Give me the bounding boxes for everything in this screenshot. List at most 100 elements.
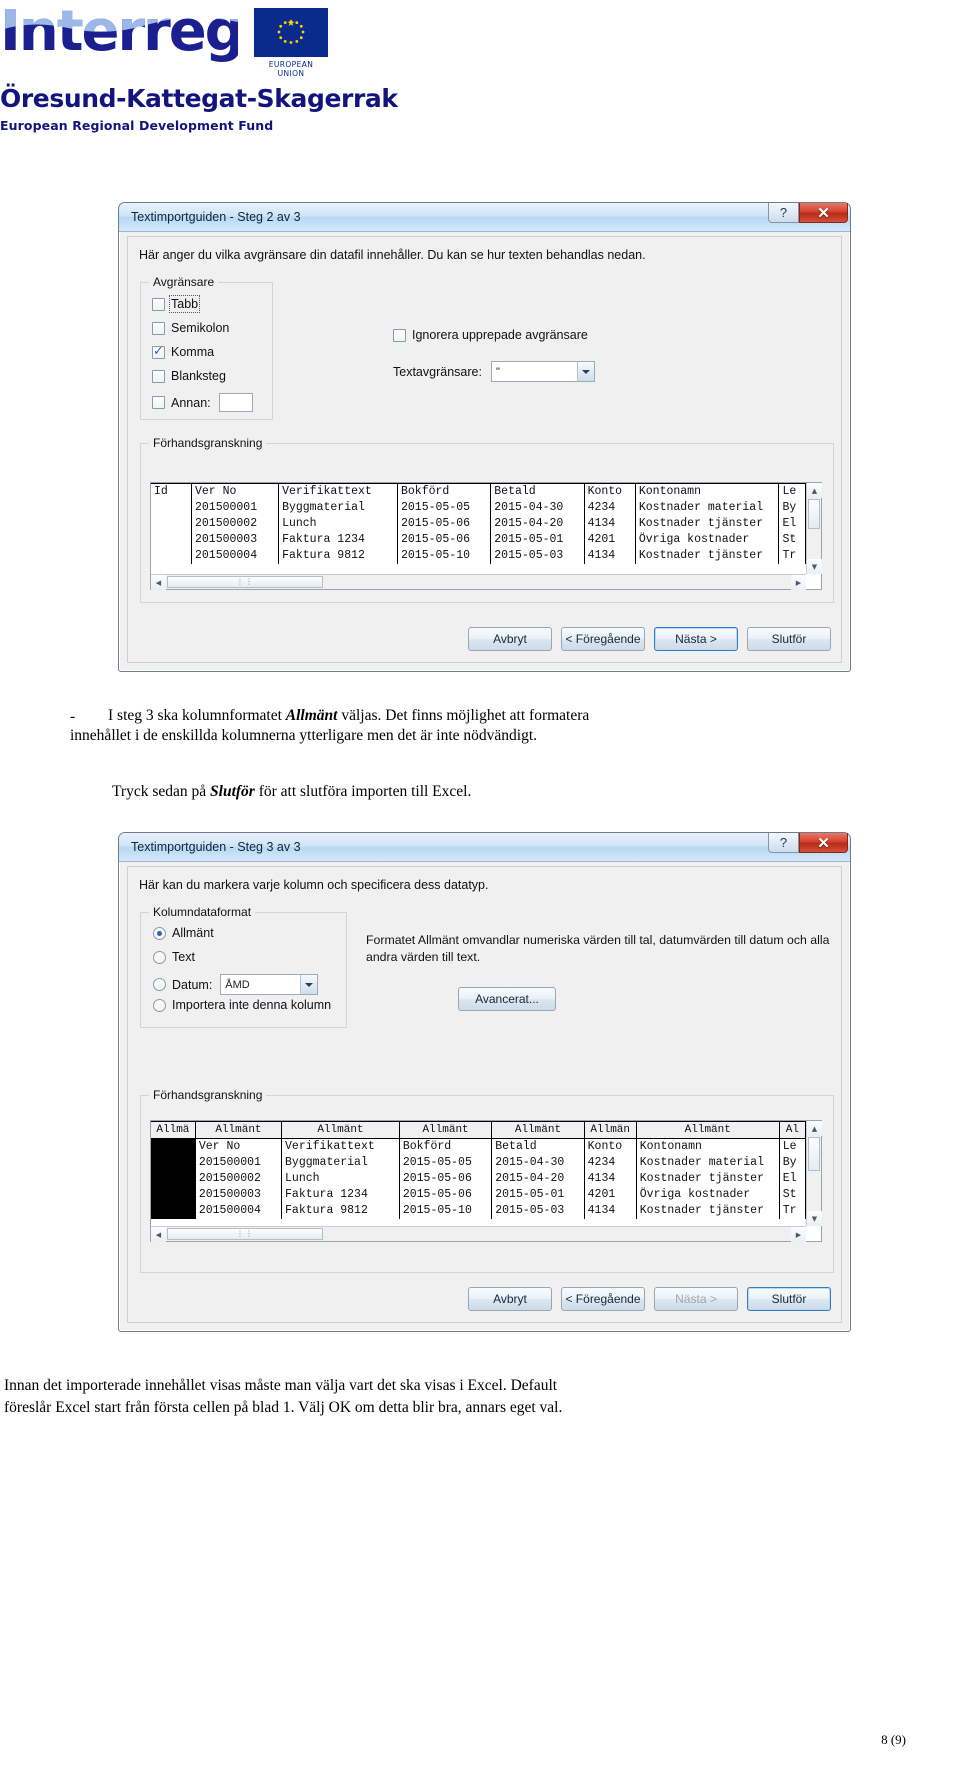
cell-r3c4: 2015-05-03	[490, 548, 585, 564]
cell-r1c6: Kostnader tjänster	[635, 516, 780, 532]
table-row: 201500003 Faktura 1234 2015-05-06 2015-0…	[151, 1187, 806, 1203]
chevron-down-icon[interactable]	[576, 362, 594, 381]
horizontal-scroll-thumb[interactable]: ⋮⋮	[167, 1228, 323, 1240]
other-delimiter-input[interactable]	[218, 393, 253, 412]
scroll-left-button[interactable]: ◀	[151, 1227, 166, 1242]
interreg-logo: Interreg Interreg EUROPEAN UNION Öresund…	[0, 0, 398, 133]
fmt-header-0[interactable]: Allmä	[151, 1121, 196, 1139]
radio-dot-text[interactable]	[153, 950, 166, 964]
vertical-scroll-thumb[interactable]	[808, 1137, 820, 1171]
checkbox-blanksteg[interactable]: Blanksteg	[152, 369, 226, 383]
cancel-button-step2[interactable]: Avbryt	[468, 627, 552, 651]
col-header-1: Ver No	[191, 483, 280, 500]
bullet-text-part3: Det finns möjlighet att formatera	[381, 707, 590, 724]
finish-button-step3[interactable]: Slutför	[747, 1287, 831, 1311]
fmt-header-7[interactable]: Al	[779, 1121, 806, 1139]
fmt-header-3[interactable]: Allmänt	[399, 1121, 493, 1139]
window-title-step2: Textimportguiden - Steg 2 av 3	[131, 210, 301, 224]
checkbox-ignore-repeated[interactable]: Ignorera upprepade avgränsare	[393, 328, 588, 342]
programme-name: Öresund-Kattegat-Skagerrak	[0, 84, 398, 113]
radio-label-text: Text	[172, 950, 195, 964]
fmt-header-5[interactable]: Allmän	[584, 1121, 637, 1139]
checkbox-tabb[interactable]: Tabb	[152, 295, 201, 313]
chevron-down-icon[interactable]	[300, 975, 318, 994]
cell-r3c2: Faktura 9812	[278, 548, 398, 564]
checkbox-semikolon[interactable]: Semikolon	[152, 321, 229, 335]
fmt-header-4[interactable]: Allmänt	[491, 1121, 585, 1139]
preview-grid-step2[interactable]: Id Ver No Verifikattext Bokförd Betald K…	[150, 482, 822, 590]
checkbox-box-komma[interactable]	[152, 344, 165, 359]
advanced-button[interactable]: Avancerat...	[458, 987, 556, 1011]
radio-datum[interactable]: Datum: ÅMD	[153, 974, 319, 995]
cell-r3c2: Faktura 9812	[281, 1203, 400, 1219]
scroll-up-button[interactable]: ▲	[807, 1121, 822, 1136]
checkbox-label-semikolon: Semikolon	[171, 321, 230, 335]
scroll-down-button[interactable]: ▼	[807, 559, 822, 574]
cell-r1c3: 2015-05-06	[399, 1171, 493, 1187]
checkbox-box-annan[interactable]	[152, 396, 165, 409]
col-header-4: Betald	[490, 483, 585, 500]
cell-r1c1: 201500002	[195, 1171, 283, 1187]
footer-paragraph: Innan det importerade innehållet visas m…	[4, 1375, 904, 1419]
fmt-header-6[interactable]: Allmänt	[636, 1121, 780, 1139]
radio-label-skip-column: Importera inte denna kolumn	[172, 998, 332, 1012]
table-row: 201500001 Byggmaterial 2015-05-05 2015-0…	[151, 500, 806, 516]
cell-r0c6: Kostnader material	[636, 1155, 780, 1171]
radio-skip-column[interactable]: Importera inte denna kolumn	[153, 998, 331, 1012]
titlebar-step3: Textimportguiden - Steg 3 av 3 ? ✕	[119, 833, 850, 862]
previous-button-step3[interactable]: < Föregående	[561, 1287, 645, 1311]
cancel-button-step3[interactable]: Avbryt	[468, 1287, 552, 1311]
checkbox-box-tabb[interactable]	[152, 297, 165, 311]
fmt-header-1[interactable]: Allmänt	[195, 1121, 283, 1139]
radio-dot-allmant[interactable]	[153, 926, 166, 940]
horizontal-scroll-thumb[interactable]: ⋮⋮	[167, 576, 323, 588]
preview-vertical-scrollbar-step3[interactable]: ▲ ▼	[806, 1121, 822, 1226]
scroll-left-button[interactable]: ◀	[151, 575, 166, 590]
radio-text[interactable]: Text	[153, 950, 195, 964]
preview-group-legend-step2: Förhandsgranskning	[149, 436, 267, 450]
preview-horizontal-scrollbar-step3[interactable]: ◀ ⋮⋮ ▶	[151, 1226, 806, 1242]
cell-r1c2: Lunch	[281, 1171, 400, 1187]
radio-dot-skip-column[interactable]	[153, 998, 166, 1012]
scroll-right-button[interactable]: ▶	[791, 1227, 806, 1242]
close-button-step2[interactable]: ✕	[799, 203, 848, 223]
format-description: Formatet Allmänt omvandlar numeriska vär…	[366, 932, 836, 965]
scroll-right-button[interactable]: ▶	[791, 575, 806, 590]
instruction-text-step3: Här kan du markera varje kolumn och spec…	[139, 878, 489, 892]
press-text-part2: för att slutföra importen till Excel.	[254, 783, 472, 800]
help-button-step2[interactable]: ?	[768, 203, 799, 223]
close-button-step3[interactable]: ✕	[799, 833, 848, 853]
cell-r0c2: Byggmaterial	[278, 500, 398, 516]
date-format-combo[interactable]: ÅMD	[220, 974, 319, 995]
format-description-line1: Formatet Allmänt omvandlar numeriska vär…	[366, 933, 807, 947]
help-button-step3[interactable]: ?	[768, 833, 799, 853]
next-button-step2[interactable]: Nästa >	[654, 627, 738, 651]
button-row-step2: Avbryt < Föregående Nästa > Slutför	[459, 627, 831, 651]
radio-allmant[interactable]: Allmänt	[153, 926, 214, 940]
scroll-down-button[interactable]: ▼	[807, 1211, 822, 1226]
fmt-header-2[interactable]: Allmänt	[281, 1121, 400, 1139]
button-row-step3: Avbryt < Föregående Nästa > Slutför	[459, 1287, 831, 1311]
eu-flag-icon	[254, 8, 328, 57]
cell-r3c4: 2015-05-03	[491, 1203, 585, 1219]
preview-vertical-scrollbar-step2[interactable]: ▲ ▼	[806, 483, 822, 574]
preview-grid-step3[interactable]: Allmä Allmänt Allmänt Allmänt Allmänt Al…	[150, 1120, 822, 1242]
close-x-icon: ✕	[817, 204, 830, 222]
checkbox-box-blanksteg[interactable]	[152, 369, 165, 383]
preview-horizontal-scrollbar-step2[interactable]: ◀ ⋮⋮ ▶	[151, 574, 806, 590]
text-qualifier-combo[interactable]: "	[490, 361, 595, 382]
vertical-scroll-thumb[interactable]	[808, 499, 820, 529]
radio-dot-datum[interactable]	[153, 978, 166, 991]
cell-r0c5: 4234	[584, 500, 636, 516]
preview-table-step2: Id Ver No Verifikattext Bokförd Betald K…	[151, 483, 806, 564]
scroll-up-button[interactable]: ▲	[807, 483, 822, 498]
table-header-row: Id Ver No Verifikattext Bokförd Betald K…	[151, 483, 806, 500]
checkbox-komma[interactable]: Komma	[152, 344, 214, 359]
column-format-groupbox: Kolumndataformat Allmänt Text Datum: ÅMD…	[140, 905, 347, 1028]
checkbox-box-semikolon[interactable]	[152, 321, 165, 335]
checkbox-annan[interactable]: Annan:	[152, 393, 253, 412]
checkbox-box-ignore-repeated[interactable]	[393, 328, 406, 342]
previous-button-step2[interactable]: < Föregående	[561, 627, 645, 651]
text-qualifier-row: Textavgränsare: "	[393, 361, 595, 382]
finish-button-step2[interactable]: Slutför	[747, 627, 831, 651]
